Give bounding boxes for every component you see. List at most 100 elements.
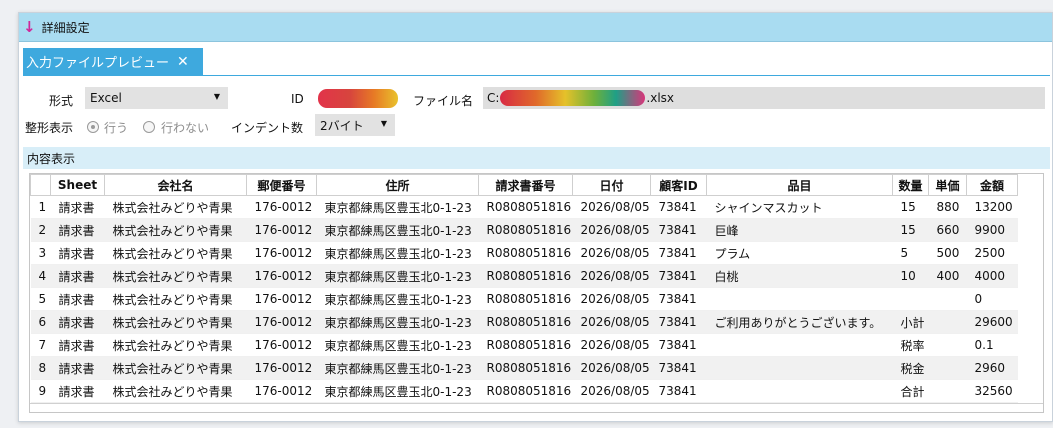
customer-id-cell: 73841 [650,241,707,265]
postal-code-cell: 176-0012 [246,310,317,334]
table-header-row: Sheet 会社名 郵便番号 住所 請求書番号 日付 顧客ID 品目 数量 単価… [30,174,1018,196]
company-cell: 株式会社みどりや青果 [104,241,247,265]
item-cell [706,379,893,403]
table-row[interactable]: 7 請求書 株式会社みどりや青果 176-0012 東京都練馬区豊玉北0-1-23 R08… [30,333,1018,357]
customer-id-cell: 73841 [650,356,707,380]
row-number: 7 [30,333,51,357]
content-display-header: 内容表示 [23,147,1050,169]
table-row[interactable]: 9 請求書 株式会社みどりや青果 176-0012 東京都練馬区豊玉北0-1-23 R08… [30,379,1018,403]
quantity-cell: 15 [892,218,929,242]
sheet-cell: 請求書 [50,218,105,242]
postal-code-cell: 176-0012 [246,333,317,357]
date-cell: 2026/08/05 [572,379,651,403]
unit-price-cell [928,333,967,357]
invoice-number-cell: R0808051816 [478,379,573,403]
redacted-id-value [318,89,398,108]
column-header-address[interactable]: 住所 [316,174,479,196]
table-row[interactable]: 6 請求書 株式会社みどりや青果 176-0012 東京都練馬区豊玉北0-1-23 R08… [30,310,1018,334]
address-cell: 東京都練馬区豊玉北0-1-23 [316,218,479,242]
amount-cell: 29600 [966,310,1018,334]
preview-table-container[interactable]: Sheet 会社名 郵便番号 住所 請求書番号 日付 顧客ID 品目 数量 単価… [29,173,1044,413]
unit-price-cell: 880 [928,195,967,219]
table-row[interactable]: 3 請求書 株式会社みどりや青果 176-0012 東京都練馬区豊玉北0-1-23 R08… [30,241,1018,265]
company-cell: 株式会社みどりや青果 [104,195,247,219]
customer-id-cell: 73841 [650,310,707,334]
column-header-postal-code[interactable]: 郵便番号 [246,174,317,196]
content-display-title: 内容表示 [27,151,76,166]
row-number: 1 [30,195,51,219]
pretty-print-yes-label: 行う [104,121,129,135]
amount-cell: 2500 [966,241,1018,265]
item-cell: 巨峰 [706,218,893,242]
close-icon[interactable]: ✕ [177,54,189,70]
item-cell [706,333,893,357]
sheet-cell: 請求書 [50,356,105,380]
quantity-cell: 15 [892,195,929,219]
table-row[interactable]: 1 請求書 株式会社みどりや青果 176-0012 東京都練馬区豊玉北0-1-23 R08… [30,195,1018,219]
amount-cell: 0 [966,287,1018,311]
tab-input-file-preview[interactable]: 入力ファイルプレビュー ✕ [23,48,203,75]
item-cell: ご利用ありがとうございます。 [706,310,893,334]
postal-code-cell: 176-0012 [246,241,317,265]
customer-id-cell: 73841 [650,287,707,311]
date-cell: 2026/08/05 [572,241,651,265]
date-cell: 2026/08/05 [572,195,651,219]
unit-price-cell: 400 [928,264,967,288]
file-path-field[interactable]: C: .xlsx [483,87,1045,109]
indent-label: インデント数 [231,121,304,135]
invoice-number-cell: R0808051816 [478,264,573,288]
column-header-company[interactable]: 会社名 [104,174,247,196]
row-number: 5 [30,287,51,311]
sheet-cell: 請求書 [50,287,105,311]
row-number: 8 [30,356,51,380]
company-cell: 株式会社みどりや青果 [104,264,247,288]
customer-id-cell: 73841 [650,264,707,288]
postal-code-cell: 176-0012 [246,287,317,311]
column-header-amount[interactable]: 金額 [966,174,1018,196]
date-cell: 2026/08/05 [572,356,651,380]
amount-cell: 32560 [966,379,1018,403]
invoice-number-cell: R0808051816 [478,310,573,334]
redacted-file-path [500,90,646,106]
column-header-date[interactable]: 日付 [572,174,651,196]
postal-code-cell: 176-0012 [246,195,317,219]
quantity-cell: 合計 [892,379,929,403]
item-cell: プラム [706,241,893,265]
address-cell: 東京都練馬区豊玉北0-1-23 [316,264,479,288]
column-header-sheet[interactable]: Sheet [50,174,105,196]
pretty-print-no-radio[interactable] [143,121,155,133]
collapse-arrow-icon[interactable]: ↓ [23,18,36,36]
table-row[interactable]: 2 請求書 株式会社みどりや青果 176-0012 東京都練馬区豊玉北0-1-23 R08… [30,218,1018,242]
tab-label: 入力ファイルプレビュー [26,56,170,71]
format-select[interactable]: Excel ▼ [85,87,228,109]
amount-cell: 0.1 [966,333,1018,357]
column-header-unit-price[interactable]: 単価 [928,174,967,196]
column-header-quantity[interactable]: 数量 [892,174,929,196]
invoice-number-cell: R0808051816 [478,218,573,242]
sheet-cell: 請求書 [50,379,105,403]
quantity-cell: 10 [892,264,929,288]
column-header-rownum[interactable] [30,174,51,196]
date-cell: 2026/08/05 [572,287,651,311]
item-cell: シャインマスカット [706,195,893,219]
detail-settings-header[interactable]: ↓ 詳細設定 [19,13,1052,42]
unit-price-cell [928,287,967,311]
address-cell: 東京都練馬区豊玉北0-1-23 [316,310,479,334]
indent-select[interactable]: 2バイト ▼ [315,114,395,136]
table-row[interactable]: 8 請求書 株式会社みどりや青果 176-0012 東京都練馬区豊玉北0-1-23 R08… [30,356,1018,380]
file-path-suffix: .xlsx [646,91,675,105]
postal-code-cell: 176-0012 [246,218,317,242]
invoice-number-cell: R0808051816 [478,195,573,219]
column-header-invoice-number[interactable]: 請求書番号 [478,174,573,196]
unit-price-cell: 660 [928,218,967,242]
file-path-prefix: C: [487,91,500,105]
table-row[interactable]: 5 請求書 株式会社みどりや青果 176-0012 東京都練馬区豊玉北0-1-23 R08… [30,287,1018,311]
pretty-print-yes-radio[interactable] [87,121,99,133]
quantity-cell: 税金 [892,356,929,380]
sheet-cell: 請求書 [50,195,105,219]
postal-code-cell: 176-0012 [246,264,317,288]
column-header-item[interactable]: 品目 [706,174,893,196]
column-header-customer-id[interactable]: 顧客ID [650,174,707,196]
table-row[interactable]: 4 請求書 株式会社みどりや青果 176-0012 東京都練馬区豊玉北0-1-23 R08… [30,264,1018,288]
sheet-cell: 請求書 [50,264,105,288]
